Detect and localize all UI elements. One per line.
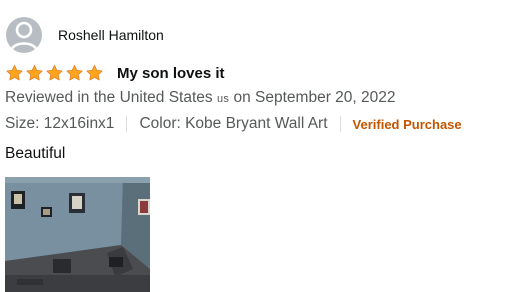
divider (126, 116, 128, 132)
verified-purchase-badge[interactable]: Verified Purchase (353, 117, 462, 132)
star-icon (46, 65, 63, 81)
review-format-strip: Size: 12x16inx1 Color: Kobe Bryant Wall … (5, 115, 462, 133)
country-code: us (216, 93, 230, 105)
divider (339, 116, 341, 132)
star-icon (66, 65, 83, 81)
reviewer-name[interactable]: Roshell Hamilton (58, 27, 164, 43)
review-date-suffix: on September 20, 2022 (233, 89, 396, 106)
review-body: Beautiful (5, 145, 66, 162)
review-rating-row: My son loves it (5, 63, 225, 83)
star-icon (26, 65, 43, 81)
default-profile-avatar-icon (9, 21, 39, 52)
customer-review: Roshell Hamilton My son loves it Reviewe… (0, 0, 527, 292)
review-date-prefix: Reviewed in the United States (5, 89, 213, 106)
review-date: Reviewed in the United States us on Sept… (5, 89, 396, 107)
review-photo (5, 177, 150, 292)
review-image-thumbnail[interactable] (5, 177, 150, 292)
format-color[interactable]: Color: Kobe Bryant Wall Art (139, 115, 327, 133)
format-size[interactable]: Size: 12x16inx1 (5, 115, 114, 133)
review-title[interactable]: My son loves it (117, 65, 225, 82)
star-icon (6, 65, 23, 81)
star-rating[interactable] (5, 63, 105, 83)
star-icon (86, 65, 103, 81)
reviewer-profile[interactable]: Roshell Hamilton (6, 17, 164, 53)
avatar[interactable] (6, 17, 42, 53)
